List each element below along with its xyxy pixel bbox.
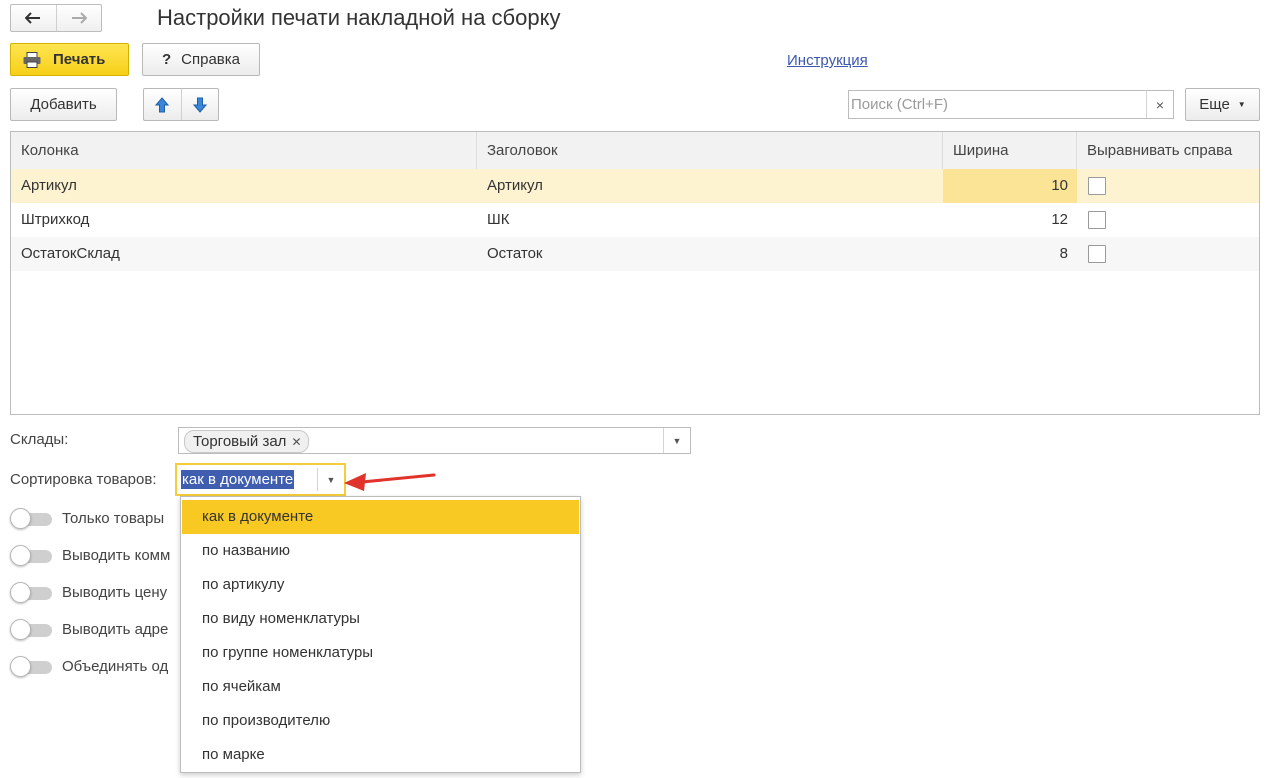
header-align-right[interactable]: Выравнивать справа xyxy=(1077,132,1259,169)
page-title: Настройки печати накладной на сборку xyxy=(157,5,561,30)
cell-title: Остаток xyxy=(487,245,543,262)
instruction-link[interactable]: Инструкция xyxy=(787,52,868,69)
nav-buttons xyxy=(10,4,102,32)
warehouses-field[interactable]: Торговый зал ✕ ▼ xyxy=(178,427,691,454)
print-button[interactable]: Печать xyxy=(10,43,129,76)
printer-icon xyxy=(23,51,41,68)
arrow-right-icon xyxy=(71,12,87,24)
search-input[interactable] xyxy=(849,91,1146,118)
back-button[interactable] xyxy=(11,5,56,31)
cell-width[interactable]: 8 xyxy=(943,237,1077,271)
toggle-show-comment[interactable] xyxy=(10,545,54,567)
toggle-label: Выводить цену xyxy=(62,584,168,601)
toggle-show-address[interactable] xyxy=(10,619,54,641)
cell-width[interactable]: 10 xyxy=(943,169,1077,203)
sort-option[interactable]: по названию xyxy=(182,534,579,568)
table-row[interactable]: Штрихкод ШК 12 xyxy=(11,203,1259,237)
help-button[interactable]: ? Справка xyxy=(142,43,260,76)
cell-title: Артикул xyxy=(487,177,543,194)
forward-button[interactable] xyxy=(55,5,102,31)
arrow-left-icon xyxy=(25,12,41,24)
search-field: × xyxy=(848,90,1174,119)
table-header: Колонка Заголовок Ширина Выравнивать спр… xyxy=(11,132,1259,170)
clear-search-icon[interactable]: × xyxy=(1146,91,1173,118)
table-row[interactable]: Артикул Артикул 10 xyxy=(11,169,1259,203)
toggle-merge[interactable] xyxy=(10,656,54,678)
sort-select[interactable]: как в документе ▼ xyxy=(175,463,346,496)
close-icon[interactable]: ✕ xyxy=(291,435,301,449)
question-icon: ? xyxy=(161,51,172,68)
more-label: Еще xyxy=(1199,96,1230,113)
cell-column: Артикул xyxy=(21,177,77,194)
toggle-label: Выводить адре xyxy=(62,621,169,638)
sort-option[interactable]: по производителю xyxy=(182,704,579,738)
cell-column: Штрихкод xyxy=(21,211,90,228)
move-buttons xyxy=(143,88,219,121)
warehouse-tag: Торговый зал ✕ xyxy=(184,430,309,453)
red-arrow-annotation-icon xyxy=(344,473,436,491)
cell-column: ОстатокСклад xyxy=(21,245,120,262)
table-row[interactable]: ОстатокСклад Остаток 8 xyxy=(11,237,1259,271)
toggle-label: Объединять од xyxy=(62,658,169,675)
sort-option[interactable]: по группе номенклатуры xyxy=(182,636,579,670)
columns-table: Колонка Заголовок Ширина Выравнивать спр… xyxy=(10,131,1260,415)
chevron-down-icon: ▼ xyxy=(1237,100,1246,109)
sort-option[interactable]: по артикулу xyxy=(182,568,579,602)
warehouses-label: Склады: xyxy=(10,431,69,448)
align-right-checkbox[interactable] xyxy=(1088,177,1106,195)
print-label: Печать xyxy=(53,51,106,68)
sort-label: Сортировка товаров: xyxy=(10,471,157,488)
header-title[interactable]: Заголовок xyxy=(477,132,943,169)
help-label: Справка xyxy=(181,51,240,68)
header-column[interactable]: Колонка xyxy=(11,132,477,169)
sort-value: как в документе xyxy=(181,470,295,489)
more-button[interactable]: Еще ▼ xyxy=(1185,88,1260,121)
cell-title: ШК xyxy=(487,211,510,228)
move-up-button[interactable] xyxy=(144,89,181,120)
arrow-up-icon xyxy=(155,96,170,112)
toggle-only-goods[interactable] xyxy=(10,508,54,530)
chevron-down-icon[interactable]: ▼ xyxy=(663,428,690,453)
sort-dropdown-list: как в документе по названию по артикулу … xyxy=(180,496,581,773)
sort-option[interactable]: по ячейкам xyxy=(182,670,579,704)
move-down-button[interactable] xyxy=(180,89,219,120)
sort-option[interactable]: по виду номенклатуры xyxy=(182,602,579,636)
sort-option[interactable]: как в документе xyxy=(182,500,579,534)
toggle-label: Только товары xyxy=(62,510,165,527)
toggle-label: Выводить комм xyxy=(62,547,171,564)
cell-width[interactable]: 12 xyxy=(943,203,1077,237)
warehouse-tag-label: Торговый зал xyxy=(193,433,287,450)
arrow-down-icon xyxy=(192,97,207,113)
header-width[interactable]: Ширина xyxy=(943,132,1077,169)
add-button[interactable]: Добавить xyxy=(10,88,117,121)
sort-option[interactable]: по марке xyxy=(182,738,579,772)
align-right-checkbox[interactable] xyxy=(1088,211,1106,229)
toggle-show-price[interactable] xyxy=(10,582,54,604)
align-right-checkbox[interactable] xyxy=(1088,245,1106,263)
